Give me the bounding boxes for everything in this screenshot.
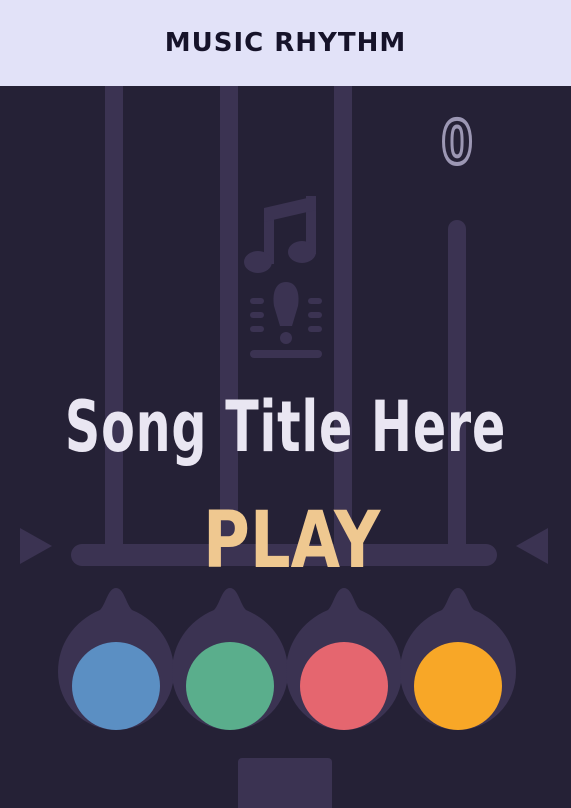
bottom-tab: [238, 758, 332, 808]
music-note-icon: [244, 196, 316, 273]
pad-red[interactable]: [300, 642, 388, 730]
song-title: Song Title Here: [64, 386, 507, 468]
left-arrow-icon: [20, 528, 52, 564]
pad-orange[interactable]: [414, 642, 502, 730]
mixer-icon: [250, 282, 322, 358]
right-arrow-icon: [516, 528, 548, 564]
lane-2: [220, 86, 238, 556]
play-button[interactable]: PLAY: [203, 496, 380, 586]
game-stage: 0 Song Title Here PLAY: [0, 86, 571, 808]
score-counter: 0: [440, 106, 474, 180]
lane-1: [105, 86, 123, 556]
lane-3: [334, 86, 352, 556]
app-header: MUSIC RHYTHM: [0, 0, 571, 86]
pad-blue[interactable]: [72, 642, 160, 730]
app-title: MUSIC RHYTHM: [164, 28, 407, 58]
pad-green[interactable]: [186, 642, 274, 730]
